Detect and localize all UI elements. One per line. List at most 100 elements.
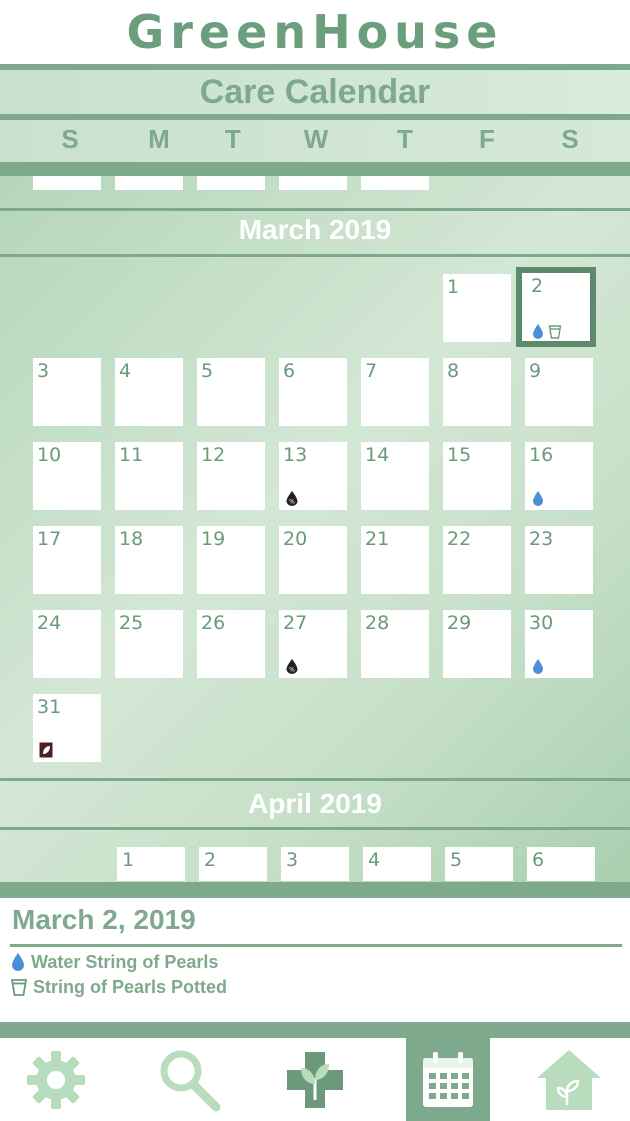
day-number: 20 <box>283 528 308 550</box>
calendar-day[interactable]: 19 <box>197 526 265 594</box>
day-number: 1 <box>122 849 135 871</box>
prev-month-day[interactable] <box>279 176 347 190</box>
calendar-day[interactable]: 17 <box>33 526 101 594</box>
divider <box>10 944 622 947</box>
prev-month-day[interactable] <box>115 176 183 190</box>
divider <box>0 882 630 898</box>
calendar-day[interactable]: 25 <box>115 610 183 678</box>
calendar-day[interactable]: 22 <box>443 526 511 594</box>
calendar-day[interactable]: 5 <box>445 847 513 881</box>
day-number: 18 <box>119 528 144 550</box>
selected-day-panel: March 2, 2019 Water String of Pearls Str… <box>0 898 630 1022</box>
event-item[interactable]: String of Pearls Potted <box>10 975 227 999</box>
water-drop-marker <box>531 323 545 339</box>
day-number: 22 <box>447 528 472 550</box>
day-number: 24 <box>37 612 62 634</box>
page-title: Care Calendar <box>199 72 431 111</box>
calendar-day[interactable]: 16 <box>525 442 593 510</box>
weekday-label: T <box>397 124 413 154</box>
day-number: 13 <box>283 444 308 466</box>
day-number: 15 <box>447 444 472 466</box>
calendar-day[interactable]: 11 <box>115 442 183 510</box>
day-number: 7 <box>365 360 378 382</box>
water-drop-marker <box>531 490 545 506</box>
leaf-icon <box>39 742 53 758</box>
calendar-day[interactable]: 15 <box>443 442 511 510</box>
search-icon <box>160 1050 221 1111</box>
day-number: 6 <box>532 849 545 871</box>
calendar-day[interactable]: 30 <box>525 610 593 678</box>
calendar-day[interactable]: 9 <box>525 358 593 426</box>
calendar-day[interactable]: 27% <box>279 610 347 678</box>
water-drop-icon <box>12 953 24 971</box>
fertilizer-marker: % <box>285 658 299 674</box>
calendar-day[interactable]: 2 <box>199 847 267 881</box>
weekday-label: F <box>479 124 495 154</box>
calendar-day[interactable]: 6 <box>279 358 347 426</box>
day-number: 31 <box>37 696 62 718</box>
calendar-day[interactable]: 5 <box>197 358 265 426</box>
calendar-day[interactable]: 6 <box>527 847 595 881</box>
day-number: 16 <box>529 444 554 466</box>
weekday-label: S <box>61 124 79 154</box>
prev-month-day[interactable] <box>33 176 101 190</box>
event-text: Water String of Pearls <box>31 951 219 972</box>
tab-home[interactable] <box>527 1038 611 1121</box>
app-logo-text: GreenHouse <box>126 5 504 59</box>
day-number: 21 <box>365 528 390 550</box>
day-number: 3 <box>286 849 299 871</box>
app-root: GreenHouse Care Calendar S M T W T F S M… <box>0 0 630 1121</box>
day-number: 8 <box>447 360 460 382</box>
day-number: 1 <box>447 276 460 298</box>
calendar-day[interactable]: 3 <box>33 358 101 426</box>
calendar-day[interactable]: 2 <box>516 267 596 347</box>
tab-settings[interactable] <box>14 1038 98 1121</box>
event-item[interactable]: Water String of Pearls <box>10 950 218 974</box>
page-header: Care Calendar <box>0 70 630 114</box>
calendar-day[interactable]: 1 <box>443 274 511 342</box>
water-drop-marker <box>531 658 545 674</box>
day-number: 12 <box>201 444 226 466</box>
calendar-day[interactable]: 4 <box>115 358 183 426</box>
tab-calendar[interactable] <box>406 1038 490 1121</box>
calendar-day[interactable]: 28 <box>361 610 429 678</box>
day-number: 10 <box>37 444 62 466</box>
fertilizer-marker: % <box>285 490 299 506</box>
calendar-day[interactable]: 20 <box>279 526 347 594</box>
calendar-day[interactable]: 14 <box>361 442 429 510</box>
calendar-day[interactable]: 8 <box>443 358 511 426</box>
day-number: 2 <box>204 849 217 871</box>
calendar-day[interactable]: 29 <box>443 610 511 678</box>
divider <box>0 1022 630 1038</box>
month-title: April 2019 <box>248 788 382 819</box>
tab-plant-care[interactable] <box>273 1038 357 1121</box>
calendar-day[interactable]: 24 <box>33 610 101 678</box>
calendar-day[interactable]: 13% <box>279 442 347 510</box>
day-number: 17 <box>37 528 62 550</box>
weekday-label: T <box>225 124 241 154</box>
calendar-day[interactable]: 26 <box>197 610 265 678</box>
day-number: 6 <box>283 360 296 382</box>
calendar-day[interactable]: 3 <box>281 847 349 881</box>
prev-month-day[interactable] <box>361 176 429 190</box>
house-plant-icon <box>537 1049 601 1110</box>
prev-month-day[interactable] <box>197 176 265 190</box>
calendar-day[interactable]: 4 <box>363 847 431 881</box>
calendar-day[interactable]: 7 <box>361 358 429 426</box>
calendar-day[interactable]: 12 <box>197 442 265 510</box>
divider <box>0 162 630 176</box>
water-drop-icon <box>533 659 543 674</box>
calendar-day[interactable]: 1 <box>117 847 185 881</box>
fertilizer-icon: % <box>286 659 298 674</box>
calendar-day[interactable]: 23 <box>525 526 593 594</box>
day-number: 23 <box>529 528 554 550</box>
calendar-day[interactable]: 10 <box>33 442 101 510</box>
day-number: 28 <box>365 612 390 634</box>
day-number: 14 <box>365 444 390 466</box>
svg-text:%: % <box>289 667 295 674</box>
calendar-day[interactable]: 21 <box>361 526 429 594</box>
calendar-day[interactable]: 31 <box>33 694 101 762</box>
tab-search[interactable] <box>147 1038 231 1121</box>
calendar-day[interactable]: 18 <box>115 526 183 594</box>
selected-date: March 2, 2019 <box>12 904 196 935</box>
